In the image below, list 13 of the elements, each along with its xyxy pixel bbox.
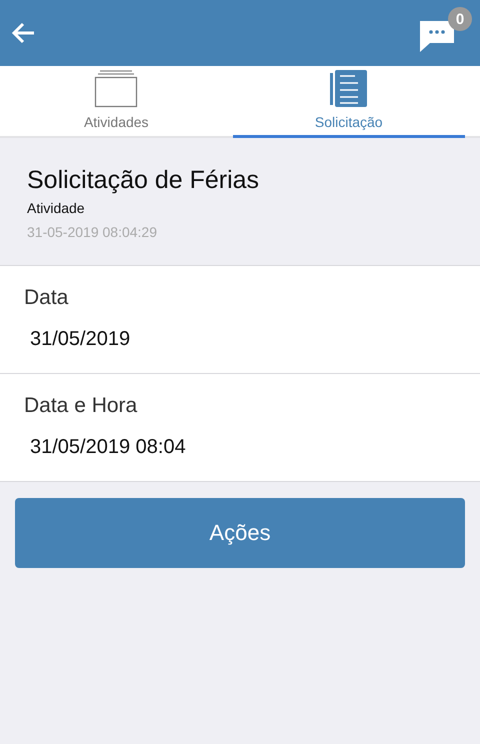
actions-button[interactable]: Ações bbox=[15, 498, 465, 568]
field-value: 31/05/2019 bbox=[29, 328, 132, 351]
document-icon bbox=[330, 70, 368, 108]
tab[interactable]: Solicitação bbox=[232, 66, 465, 138]
notification-badge: 0 bbox=[448, 7, 472, 31]
folder-icon bbox=[93, 70, 140, 108]
field-value: 31/05/2019 08:04 bbox=[29, 436, 187, 459]
request-timestamp: 31-05-2019 08:04:29 bbox=[27, 224, 158, 240]
field-label: Data e Hora bbox=[24, 394, 138, 418]
field-label: Data bbox=[24, 286, 70, 310]
request-title: Solicitação de Férias bbox=[27, 166, 260, 195]
tab[interactable]: Atividades bbox=[0, 66, 232, 138]
request-type: Atividade bbox=[27, 200, 86, 216]
